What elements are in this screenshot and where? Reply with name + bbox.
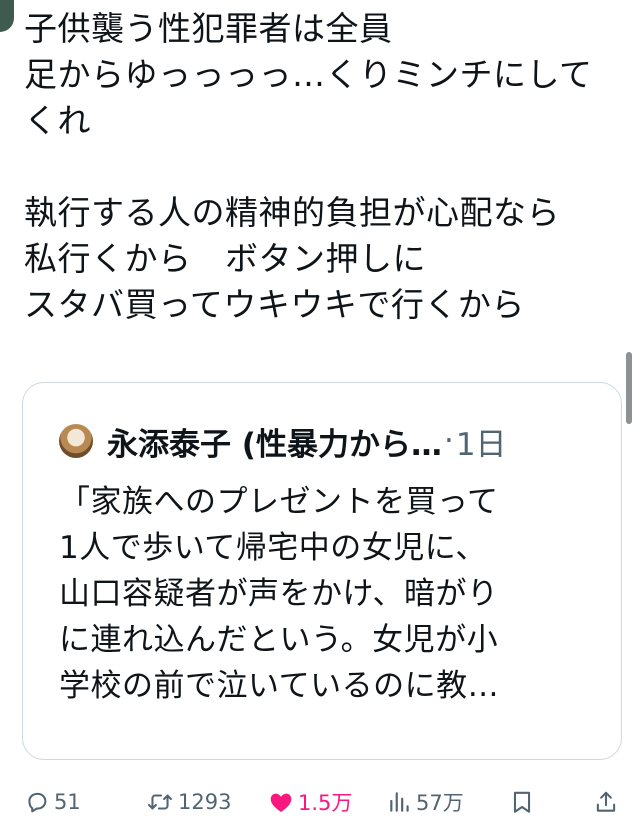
- like-button[interactable]: 1.5万: [268, 784, 352, 820]
- like-count: 1.5万: [298, 791, 353, 815]
- quoted-post-line: に連れ込んだという。女児が小: [59, 622, 499, 658]
- views-icon: [388, 789, 412, 815]
- post-text-blank-line: [24, 144, 624, 190]
- quoted-author-name[interactable]: 永添泰子 (性暴力から…: [107, 419, 442, 464]
- post-text-line: 子供襲う性犯罪者は全員: [24, 9, 393, 48]
- post-text-line: スタバ買ってウキウキで行くから: [24, 285, 525, 324]
- reply-count: 51: [54, 790, 81, 814]
- reply-icon: [24, 789, 50, 815]
- post-action-bar: 51 1293 1.5万 57万: [0, 784, 640, 820]
- heart-icon: [268, 789, 294, 815]
- repost-count: 1293: [178, 790, 232, 814]
- quoted-post-line: 1人で歩いて帰宅中の女児に、: [59, 530, 487, 566]
- author-avatar-edge[interactable]: [0, 0, 14, 32]
- bookmark-button[interactable]: [510, 784, 534, 820]
- repost-button[interactable]: 1293: [146, 784, 231, 820]
- quoted-post-time[interactable]: 1日: [456, 419, 507, 464]
- post-text-line: 執行する人の精神的負担が心配なら: [24, 193, 560, 232]
- bookmark-icon: [510, 789, 534, 815]
- scrollbar-thumb[interactable]: [626, 352, 632, 424]
- quoted-post-header: 永添泰子 (性暴力から… · 1日: [59, 419, 597, 463]
- post-text-line: くれ: [24, 101, 91, 140]
- post-text: 子供襲う性犯罪者は全員 足からゆっっっっ…くりミンチにして くれ 執行する人の精…: [24, 6, 624, 328]
- quoted-post-line: 学校の前で泣いているのに教…: [59, 668, 500, 704]
- quoted-author-avatar[interactable]: [59, 424, 93, 458]
- quoted-post-text: 「家族へのプレゼントを買って 1人で歩いて帰宅中の女児に、 山口容疑者が声をかけ…: [59, 479, 604, 709]
- share-icon: [594, 789, 618, 815]
- post-text-line: 私行くから ボタン押しに: [24, 239, 426, 278]
- quoted-post-card[interactable]: 永添泰子 (性暴力から… · 1日 「家族へのプレゼントを買って 1人で歩いて帰…: [22, 382, 622, 760]
- views-button[interactable]: 57万: [388, 784, 464, 820]
- views-count: 57万: [416, 791, 464, 815]
- repost-icon: [146, 789, 174, 815]
- quoted-post-line: 「家族へのプレゼントを買って: [59, 484, 499, 520]
- post-text-line: 足からゆっっっっ…くりミンチにして: [24, 55, 593, 94]
- quoted-post-separator: ·: [443, 423, 454, 459]
- share-button[interactable]: [594, 784, 618, 820]
- reply-button[interactable]: 51: [24, 784, 81, 820]
- quoted-post-line: 山口容疑者が声をかけ、暗がり: [59, 576, 499, 612]
